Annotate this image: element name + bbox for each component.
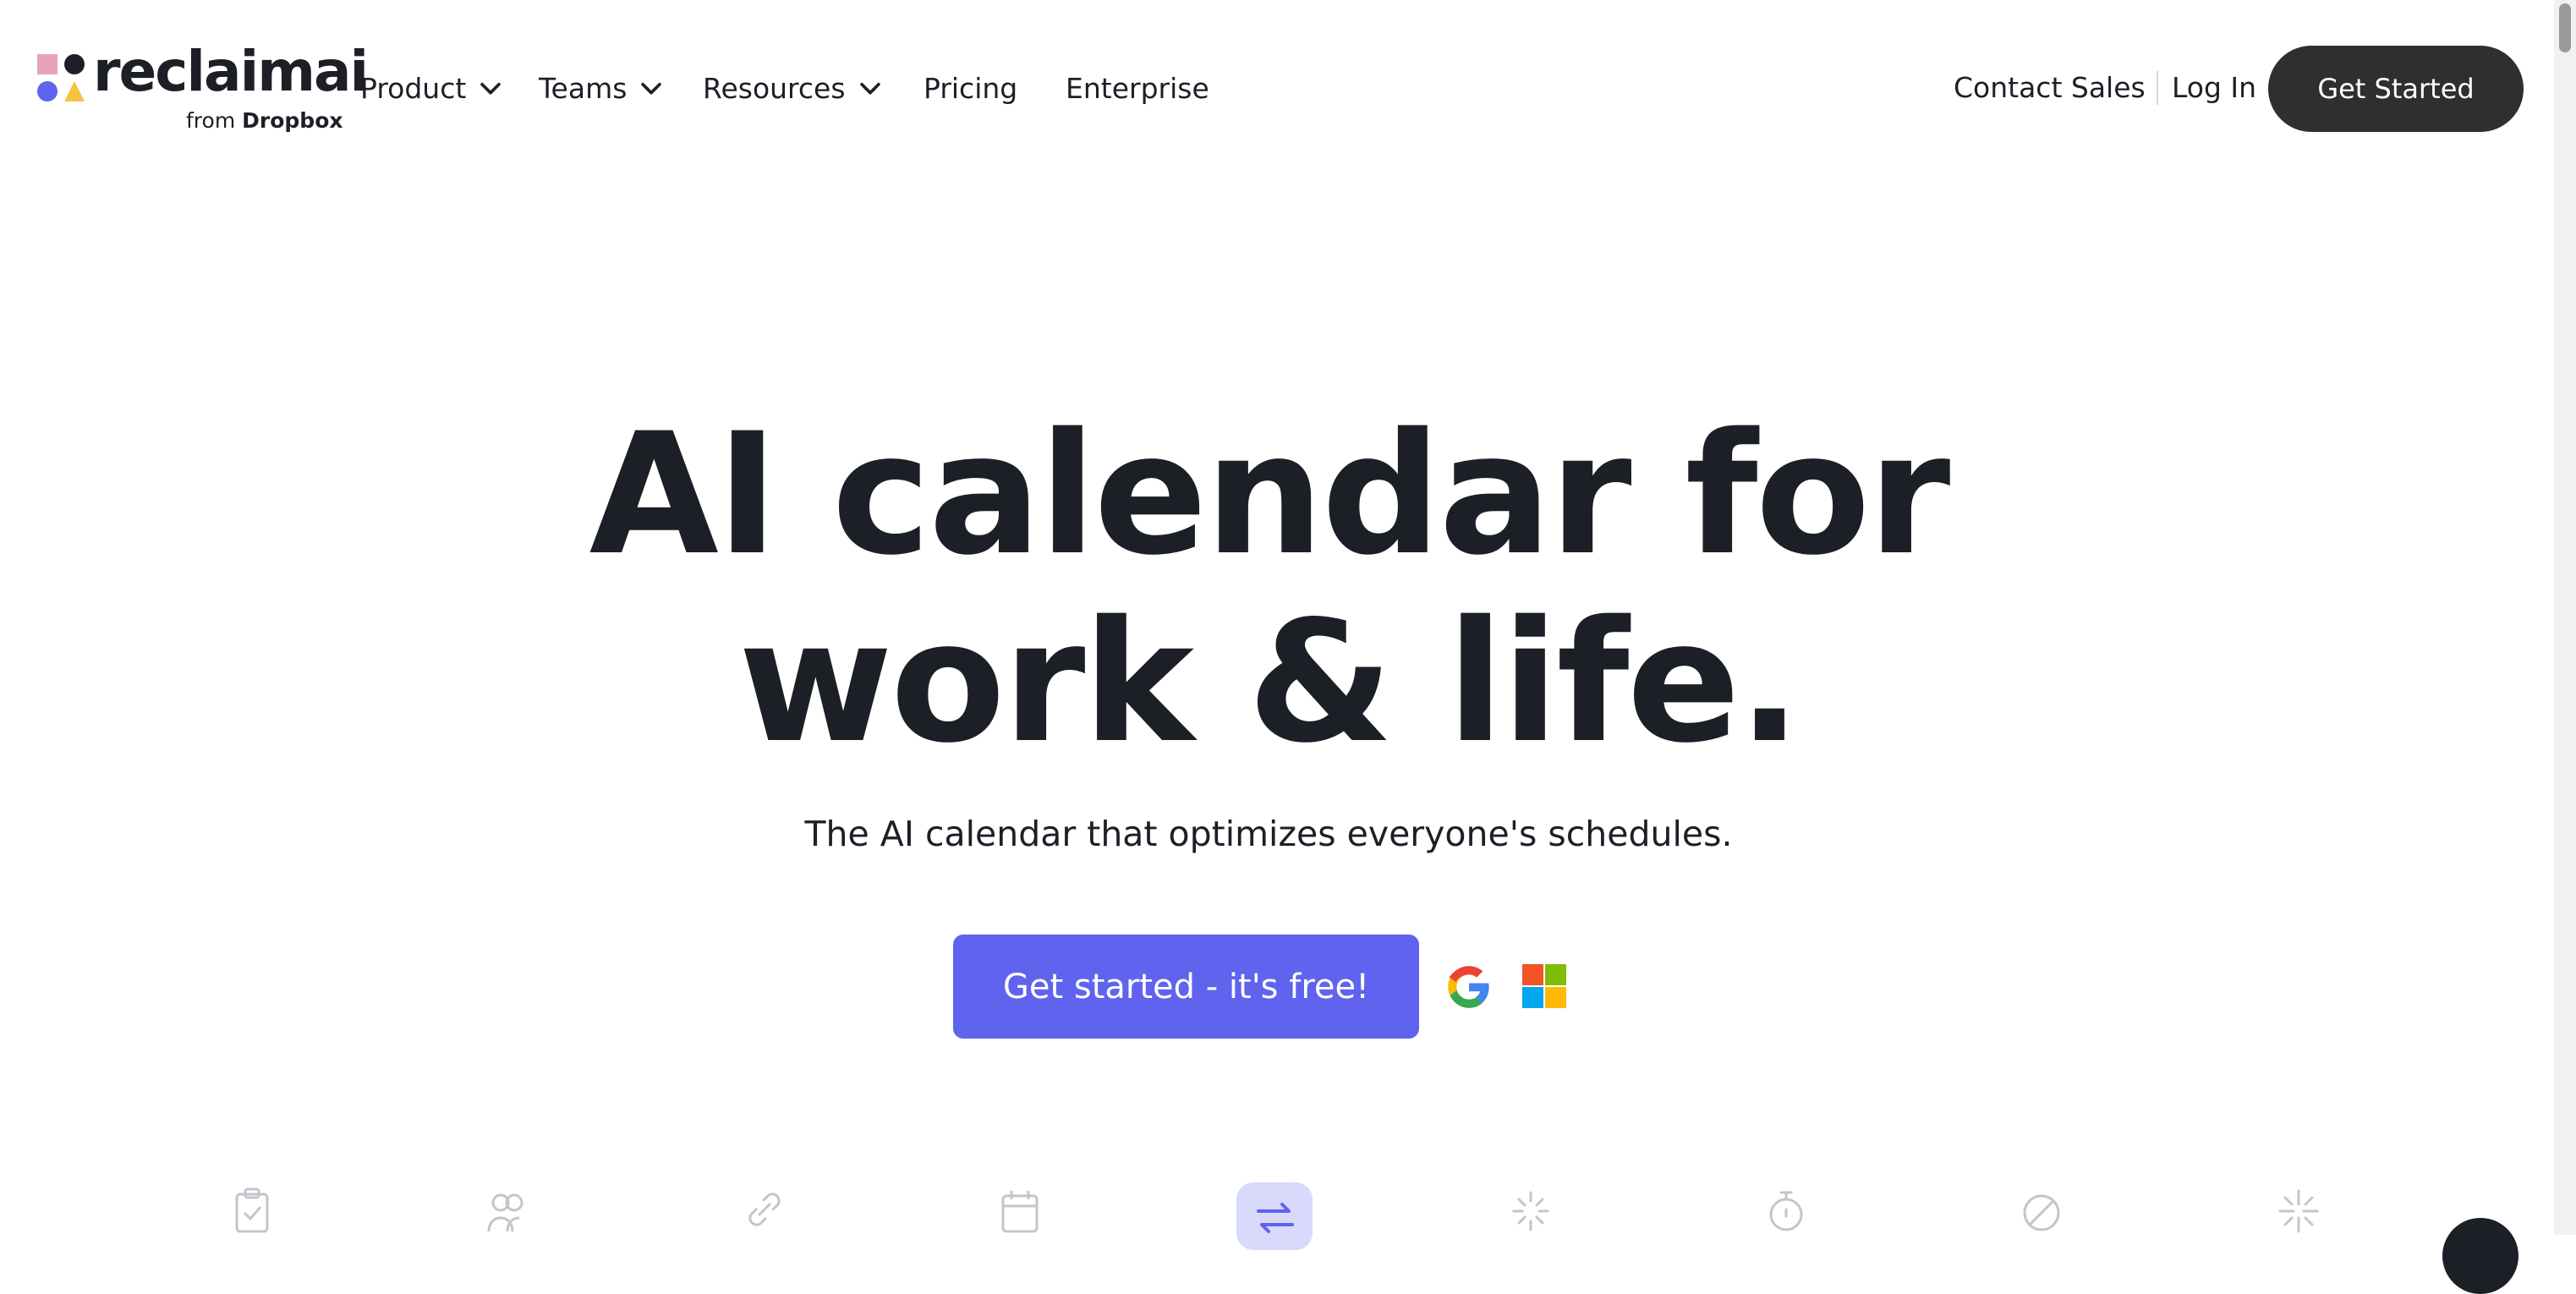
nav-label-enterprise: Enterprise bbox=[1066, 71, 1209, 105]
get-started-free-button[interactable]: Get started - it's free! bbox=[953, 935, 1419, 1039]
sync-icon[interactable] bbox=[1250, 1191, 1301, 1242]
get-started-button[interactable]: Get Started bbox=[2268, 46, 2524, 132]
log-in-link[interactable]: Log In bbox=[2172, 64, 2256, 112]
nav-label-pricing: Pricing bbox=[924, 71, 1018, 105]
nav-label-product: Product bbox=[360, 71, 467, 105]
nav-label-resources: Resources bbox=[703, 71, 846, 105]
google-icon bbox=[1448, 966, 1489, 1008]
logo-mark-icon bbox=[37, 54, 85, 101]
loading-icon[interactable] bbox=[1505, 1184, 1556, 1235]
people-icon[interactable] bbox=[482, 1184, 533, 1235]
reclaim-logo[interactable]: reclaimai from Dropbox bbox=[37, 44, 369, 138]
microsoft-icon bbox=[1522, 964, 1566, 1008]
nav-item-teams[interactable]: Teams bbox=[539, 64, 666, 112]
chevron-down-icon bbox=[859, 82, 880, 95]
logo-sub-brand: Dropbox bbox=[242, 108, 343, 133]
link-icon[interactable] bbox=[739, 1184, 790, 1235]
nav-label-teams: Teams bbox=[539, 71, 628, 105]
scrollbar-thumb[interactable] bbox=[2559, 3, 2571, 52]
page-scrollbar[interactable] bbox=[2554, 0, 2576, 1235]
task-check-icon[interactable] bbox=[227, 1184, 277, 1235]
nav-item-resources[interactable]: Resources bbox=[703, 64, 885, 112]
chevron-down-icon bbox=[641, 82, 662, 95]
nav-divider bbox=[2157, 71, 2158, 105]
nav-item-enterprise[interactable]: Enterprise bbox=[1066, 64, 1209, 112]
blocked-icon[interactable] bbox=[2016, 1184, 2067, 1235]
logo-sub-prefix: from bbox=[186, 108, 236, 133]
sparkle-icon[interactable] bbox=[2273, 1184, 2324, 1235]
chevron-down-icon bbox=[480, 82, 501, 95]
hero-title-line-2: work & life. bbox=[737, 584, 1801, 780]
calendar-icon[interactable] bbox=[995, 1184, 1045, 1235]
logo-subline: from Dropbox bbox=[186, 108, 343, 133]
logo-wordmark: reclaimai bbox=[93, 39, 369, 104]
nav-item-product[interactable]: Product bbox=[360, 64, 505, 112]
contact-sales-link[interactable]: Contact Sales bbox=[1954, 64, 2146, 112]
nav-item-pricing[interactable]: Pricing bbox=[924, 64, 1017, 112]
stopwatch-icon[interactable] bbox=[1761, 1184, 1811, 1235]
hero-title-line-1: AI calendar for bbox=[589, 397, 1951, 592]
site-header: reclaimai from Dropbox Product Teams Res… bbox=[0, 0, 2554, 178]
hero-subtitle: The AI calendar that optimizes everyone'… bbox=[804, 814, 1733, 854]
chat-widget-button[interactable] bbox=[2442, 1218, 2518, 1294]
